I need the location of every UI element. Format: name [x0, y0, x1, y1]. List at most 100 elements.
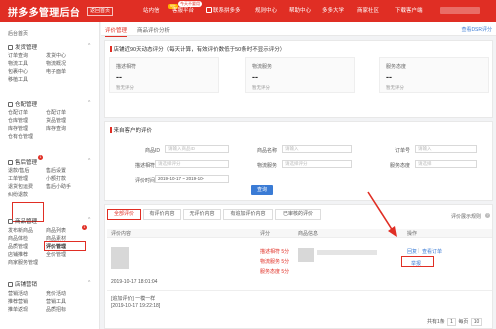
sidebar-group-title[interactable]: 售后管理 ^ — [8, 158, 90, 166]
sidebar-item[interactable]: 仓配订单 — [46, 109, 66, 116]
stat-desc: 描述相符 -- 暂无评分 — [109, 57, 219, 93]
help-icon[interactable]: ? — [485, 213, 490, 218]
sidebar-item[interactable]: 营销工具 — [46, 298, 66, 305]
sidebar-item[interactable]: 包裹中心 — [8, 68, 28, 75]
sidebar-group-title[interactable]: 店铺营销 ^ — [8, 280, 90, 288]
chevron-up-icon: ^ — [88, 158, 91, 164]
nav-help[interactable]: 帮助中心 — [289, 7, 311, 15]
review-tab-no-content[interactable]: 无评价内容 — [183, 209, 221, 220]
sidebar-item[interactable]: 营销活动 — [8, 290, 28, 297]
sidebar-item[interactable]: 移植工具 — [8, 76, 28, 83]
main-content: 评价管理 商品评价分析 查看DSR评分 店铺近90天动态评分（每天计算，有效评价… — [101, 22, 496, 329]
page-size-select[interactable]: 10 — [470, 318, 483, 326]
review-tab-follow-up[interactable]: 有追加评价内容 — [223, 209, 273, 220]
th-content: 评价内容 — [111, 231, 132, 237]
sidebar-item[interactable]: 电子面单 — [46, 68, 66, 75]
review-tab-with-content[interactable]: 有评价内容 — [143, 209, 181, 220]
score-logistics: 物流服务 5分 — [260, 259, 290, 265]
goods-title[interactable] — [317, 250, 377, 255]
tab-review-mgmt[interactable]: 评价管理 — [105, 26, 128, 37]
sidebar-item[interactable]: 售后小助手 — [46, 183, 71, 190]
highlight-report — [401, 256, 434, 267]
pagination: 共有1条 1 每页 10 — [427, 318, 483, 326]
goods-image[interactable] — [298, 248, 314, 262]
sidebar-item[interactable]: 订单查询 — [8, 52, 28, 59]
review-tab-all[interactable]: 全部评价 — [107, 209, 141, 220]
nav-rules[interactable]: 规则中心 — [255, 7, 277, 15]
sidebar: 后台首页 发货管理 ^ 订单查询 发货中心 物流工具 物流概况 包裹中心 电子面单… — [0, 22, 100, 329]
sidebar-item[interactable]: 物流工具 — [8, 60, 28, 67]
tab-review-analysis[interactable]: 商品评价分析 — [137, 26, 170, 34]
service-select[interactable]: 请选择 — [415, 160, 477, 168]
table-header: 评价内容 评分 商品信息 操作 — [107, 229, 492, 238]
sidebar-item[interactable]: 店铺推荐 — [8, 251, 28, 258]
reply-link[interactable]: 回复 — [407, 248, 417, 255]
sidebar-item[interactable]: 商品列表 — [46, 227, 66, 234]
sidebar-item[interactable]: 发货中心 — [46, 52, 66, 59]
sidebar-item[interactable]: 仓有仓管理 — [8, 133, 33, 140]
goods-name-input[interactable]: 请输入 — [282, 145, 352, 153]
sidebar-group-title[interactable]: 商品管理 ^ — [8, 217, 90, 225]
sidebar-item[interactable]: 工单管理 — [8, 175, 28, 182]
query-button[interactable]: 查询 — [251, 185, 273, 195]
order-no-input[interactable]: 请输入 — [415, 145, 477, 153]
goods-id-label: 商品ID — [145, 148, 161, 154]
sidebar-group-title[interactable]: 仓配管理 ^ — [8, 100, 90, 108]
review-time: 2019-10-17 18:01:04 — [111, 279, 158, 285]
sidebar-item[interactable]: 商家服务管理 — [8, 259, 38, 266]
sidebar-item[interactable]: 竞价活动 — [46, 290, 66, 297]
review-tab-audited[interactable]: 已审核的评价 — [275, 209, 321, 220]
nav-university[interactable]: 多多大学 — [322, 7, 344, 15]
nav-download[interactable]: 下载客户端 — [395, 7, 423, 15]
sidebar-item[interactable]: 推单返现 — [8, 306, 28, 313]
review-image[interactable] — [111, 247, 129, 269]
page-number[interactable]: 1 — [447, 318, 456, 326]
sidebar-item[interactable]: 品质招标 — [46, 306, 66, 313]
refund-icon — [8, 160, 13, 165]
sidebar-item[interactable]: 库存管理 — [8, 125, 28, 132]
stat-logistics: 物流服务 -- 暂无评分 — [245, 57, 355, 93]
dsr-link[interactable]: 查看DSR评分 — [461, 26, 492, 33]
score-service: 服务态度 5分 — [260, 269, 290, 275]
sidebar-item[interactable]: 纠纷退款 — [8, 191, 28, 198]
filter-card: 来自客户的评价 商品ID 请输入商品ID 商品名称 请输入 订单号 请输入 描述… — [104, 121, 493, 201]
home-link[interactable]: 返回首页 — [87, 7, 114, 16]
sidebar-item[interactable]: 售后设置 — [46, 167, 66, 174]
phone-icon — [206, 7, 212, 13]
time-range-input[interactable]: 2019-10-17 ~ 2019-10- — [155, 175, 229, 183]
sidebar-item[interactable]: 退货包运费 — [8, 183, 33, 190]
nav-messages[interactable]: 站内信 — [143, 7, 160, 15]
sidebar-item[interactable]: 物流概况 — [46, 60, 66, 67]
sidebar-item[interactable]: 商品体检 — [8, 235, 28, 242]
nav-customer-service[interactable]: 客服平台 — [172, 7, 194, 15]
nav-community[interactable]: 商家社区 — [357, 7, 379, 15]
user-account[interactable] — [440, 7, 480, 14]
warehouse-icon — [8, 102, 13, 107]
sidebar-item[interactable]: 发布新商品 — [8, 227, 33, 234]
sidebar-item[interactable]: 仓配订单 — [8, 109, 28, 116]
highlight-review-mgmt — [44, 241, 86, 251]
sidebar-item[interactable]: 库存查询 — [46, 125, 66, 132]
view-order-link[interactable]: 查看订单 — [422, 248, 442, 255]
logistics-select[interactable]: 请选择评分 — [282, 160, 352, 168]
sidebar-item[interactable]: 全价管理 — [46, 251, 66, 258]
th-score: 评分 — [260, 231, 271, 237]
sidebar-group-title[interactable]: 发货管理 ^ — [8, 43, 90, 51]
goods-id-input[interactable]: 请输入商品ID — [165, 145, 229, 153]
dsr-card: 店铺近90天动态评分（每天计算，有效评价数低于50条时不显示评分） 描述相符 --… — [104, 40, 493, 118]
sidebar-item[interactable]: 仓库管理 — [8, 117, 28, 124]
chevron-up-icon: ^ — [88, 217, 91, 223]
nav-contact[interactable]: 联系拼多多 — [206, 7, 241, 15]
sidebar-item[interactable]: 退款/售后 — [8, 167, 29, 174]
review-rules-link[interactable]: 评价展示规则 — [451, 213, 481, 220]
desc-select[interactable]: 请选择评分 — [155, 160, 229, 168]
th-action: 操作 — [407, 231, 418, 237]
time-label: 评价时间 — [135, 178, 156, 184]
sidebar-item[interactable]: 品质管理 — [8, 243, 28, 250]
sidebar-item[interactable]: 货品管理 — [46, 117, 66, 124]
box-icon — [8, 45, 13, 50]
sidebar-item[interactable]: 推荐营销 — [8, 298, 28, 305]
sidebar-item[interactable]: 小额打款 — [46, 175, 66, 182]
sidebar-home[interactable]: 后台首页 — [8, 30, 28, 37]
filter-title: 来自客户的评价 — [110, 126, 152, 134]
